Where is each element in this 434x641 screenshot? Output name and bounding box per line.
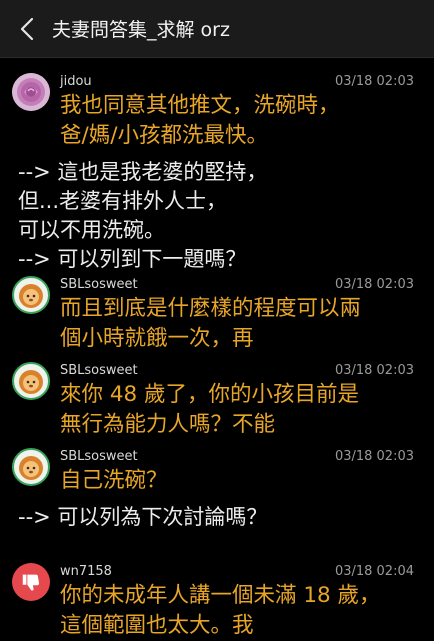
author-reply: --> 可以列為下次討論嗎？ — [18, 503, 267, 532]
top-bar: 夫妻問答集_求解 orz — [0, 0, 434, 58]
comment-line: 我也同意其他推文，洗碗時， — [60, 93, 340, 118]
reply-line: 可以不用洗碗。 — [18, 218, 165, 242]
reply-line: --> 這也是我老婆的堅持， — [18, 160, 268, 184]
reply-line: --> 可以列為下次討論嗎？ — [18, 505, 268, 529]
comment-time: 03/18 02:03 — [334, 277, 414, 292]
avatar-lion[interactable] — [12, 362, 50, 400]
comment-line: 而且到底是什麼樣的程度可以兩 — [60, 296, 362, 321]
comment-line: 無行為能力人嗎？不能 — [60, 412, 276, 437]
comment-time: 03/18 02:04 — [334, 564, 414, 579]
comment-text: 自己洗碗？ — [60, 466, 422, 496]
rose-icon — [12, 73, 50, 111]
comment-time: 03/18 02:03 — [334, 74, 414, 89]
comment-author[interactable]: SBLsosweet — [60, 363, 138, 378]
comment-author[interactable]: wn7158 — [60, 564, 112, 579]
comment-line: 個小時就餓一次，再 — [60, 326, 254, 351]
back-button[interactable] — [14, 14, 40, 44]
comment-line: 爸/媽/小孩都洗最快。 — [60, 123, 268, 148]
comment-author[interactable]: SBLsosweet — [60, 277, 138, 292]
comment-line: 來你 48 歲了，你的小孩目前是 — [60, 382, 360, 407]
avatar-dislike[interactable] — [12, 563, 50, 601]
avatar-lion[interactable] — [12, 448, 50, 486]
comment-line: 自己洗碗？ — [60, 468, 168, 493]
avatar-lion[interactable] — [12, 276, 50, 314]
reply-line: --> 可以列到下一題嗎？ — [18, 247, 247, 271]
lion-icon — [19, 456, 43, 480]
comment-line: 這個範圍也太大。我 — [60, 613, 254, 638]
comment-text: 你的未成年人講一個未滿 18 歲， 這個範圍也太大。我 — [60, 581, 422, 641]
thumbs-down-icon — [22, 574, 40, 591]
comment-author[interactable]: SBLsosweet — [60, 449, 138, 464]
author-reply: --> 這也是我老婆的堅持， 但...老婆有排外人士， 可以不用洗碗。 --> … — [18, 158, 267, 274]
lion-icon — [19, 284, 43, 308]
comment-time: 03/18 02:03 — [334, 363, 414, 378]
lion-icon — [19, 370, 43, 394]
chevron-left-icon — [20, 17, 34, 41]
comment-text: 來你 48 歲了，你的小孩目前是 無行為能力人嗎？不能 — [60, 380, 422, 440]
comment-text: 我也同意其他推文，洗碗時， 爸/媽/小孩都洗最快。 — [60, 91, 422, 151]
comment-line: 你的未成年人講一個未滿 18 歲， — [60, 583, 381, 608]
reply-line: 但...老婆有排外人士， — [18, 189, 228, 213]
comment-time: 03/18 02:03 — [334, 449, 414, 464]
comment-author[interactable]: jidou — [60, 74, 92, 89]
page-title: 夫妻問答集_求解 orz — [52, 19, 230, 41]
avatar-rose[interactable] — [12, 73, 50, 111]
comment-text: 而且到底是什麼樣的程度可以兩 個小時就餓一次，再 — [60, 294, 422, 354]
